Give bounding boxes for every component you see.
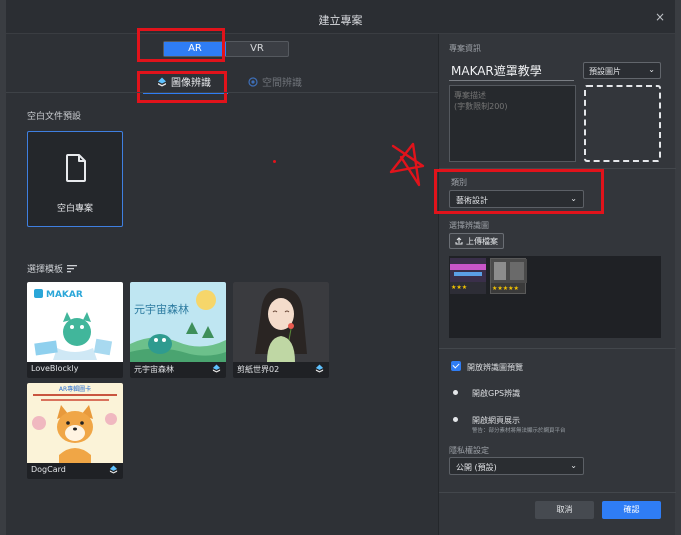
template-section-text: 選擇模板	[27, 265, 64, 275]
blank-preset-label: 空白文件預設	[27, 112, 82, 122]
privacy-select[interactable]: 公開 (預設) ⌄	[449, 457, 584, 475]
dialog-titlebar: 建立專案 ×	[6, 0, 675, 34]
tab-space-recognition[interactable]: 空間辨識	[248, 74, 302, 89]
preview-option-label: 開放辨識圖預覽	[467, 363, 523, 372]
recognition-image-label: 選擇辨識圖	[449, 221, 489, 230]
upload-icon	[455, 237, 463, 245]
upload-file-label: 上傳檔案	[466, 236, 498, 246]
section-divider	[439, 168, 676, 169]
web-option-toggle[interactable]	[453, 417, 458, 422]
marker-rating-2: ★★★★★	[492, 285, 519, 292]
metaverse-forest-title-text: 元宇宙森林	[134, 302, 189, 316]
template-card-loveblockly[interactable]: MAKAR LoveBlockly	[27, 282, 123, 378]
marker-thumb-2	[491, 259, 527, 283]
tab-image-recognition-label: 圖像辨識	[171, 78, 211, 89]
dialog-title: 建立專案	[318, 14, 363, 27]
left-panel: AR VR 圖像辨識 空間辨識 空白文件預設 空白專案 選擇模板 MAKAR L…	[6, 28, 438, 535]
close-icon[interactable]: ×	[655, 10, 665, 24]
image-preset-value: 預設圖片	[589, 67, 621, 76]
annotation-dot	[273, 160, 276, 163]
template-name-dogcard: DogCard	[31, 465, 66, 474]
blank-project-label: 空白專案	[56, 204, 93, 214]
dogcard-banner-text: AR專輯圖卡	[59, 385, 91, 393]
right-panel: 專案資訊 預設圖片 ⌄ 類別 藝術設計 ⌄ 選擇辨識圖 上傳檔案	[438, 34, 676, 535]
project-description-input[interactable]	[449, 85, 576, 162]
project-info-label: 專案資訊	[449, 44, 481, 53]
create-project-dialog: 建立專案 × AR VR 圖像辨識 空間辨識 空白文件預設 空白專案 選擇模板 …	[0, 0, 681, 535]
confirm-button[interactable]: 確認	[602, 501, 661, 519]
template-download-icon	[212, 364, 221, 373]
template-card-dogcard[interactable]: AR專輯圖卡 DogCard	[27, 383, 123, 479]
recognition-image-list: ★★★ ★★★★★	[449, 256, 661, 338]
category-value: 藝術設計	[456, 196, 488, 205]
chevron-down-icon: ⌄	[570, 461, 577, 470]
cancel-button[interactable]: 取消	[535, 501, 594, 519]
category-select[interactable]: 藝術設計 ⌄	[449, 190, 584, 208]
marker-image-2[interactable]: ★★★★★	[490, 258, 527, 294]
preview-checkbox[interactable]	[451, 361, 461, 371]
document-icon	[66, 154, 86, 182]
section-divider	[439, 492, 676, 493]
privacy-value: 公開 (預設)	[456, 463, 497, 472]
image-preset-select[interactable]: 預設圖片 ⌄	[583, 62, 661, 79]
gps-option-toggle[interactable]	[453, 390, 458, 395]
chevron-down-icon: ⌄	[570, 194, 577, 203]
template-thumb-metaverse-forest: 元宇宙森林	[130, 282, 226, 362]
chevron-down-icon: ⌄	[648, 65, 655, 74]
upload-file-button[interactable]: 上傳檔案	[449, 233, 504, 249]
template-download-icon	[315, 364, 324, 373]
template-thumb-papercut-world	[233, 282, 329, 362]
template-section-label: 選擇模板	[27, 262, 78, 275]
image-recognition-icon	[158, 77, 166, 86]
annotation-star	[389, 142, 425, 187]
template-download-icon	[109, 465, 118, 474]
template-card-papercut-world[interactable]: 剪紙世界02	[233, 282, 329, 378]
project-name-input[interactable]	[449, 61, 574, 81]
tab-image-recognition[interactable]: 圖像辨識	[157, 74, 211, 89]
vr-toggle-button[interactable]: VR	[226, 42, 288, 56]
loveblockly-brand-text: MAKAR	[46, 290, 83, 300]
cover-image-dropzone[interactable]	[584, 85, 661, 162]
ar-toggle-button[interactable]: AR	[164, 42, 226, 56]
tab-divider	[6, 92, 438, 93]
privacy-label: 隱私權設定	[449, 446, 489, 455]
marker-rating-1: ★★★	[451, 284, 468, 291]
gps-option-label: 開啟GPS辨識	[472, 389, 521, 398]
section-divider	[439, 348, 676, 349]
web-option-warning: 警告：部分素材將無法顯示於網頁平台	[472, 428, 566, 434]
background-strip-right	[675, 0, 681, 535]
template-name-loveblockly: LoveBlockly	[31, 364, 79, 373]
blank-project-card[interactable]: 空白專案	[27, 131, 123, 227]
category-label: 類別	[451, 178, 467, 187]
marker-image-1[interactable]: ★★★	[450, 258, 486, 294]
ar-vr-toggle: AR VR	[163, 41, 289, 57]
template-card-metaverse-forest[interactable]: 元宇宙森林 元宇宙森林	[130, 282, 226, 378]
template-name-papercut-world: 剪紙世界02	[237, 365, 280, 374]
tab-space-recognition-label: 空間辨識	[262, 78, 302, 89]
template-thumb-loveblockly: MAKAR	[27, 282, 123, 362]
web-option-label: 開啟網頁展示	[472, 416, 520, 425]
sort-icon[interactable]	[67, 264, 78, 273]
recognition-tabs: 圖像辨識 空間辨識	[143, 70, 313, 94]
space-recognition-icon	[248, 76, 258, 87]
marker-thumb-1	[450, 258, 486, 282]
template-thumb-dogcard: AR專輯圖卡	[27, 383, 123, 463]
template-name-metaverse-forest: 元宇宙森林	[134, 365, 174, 374]
